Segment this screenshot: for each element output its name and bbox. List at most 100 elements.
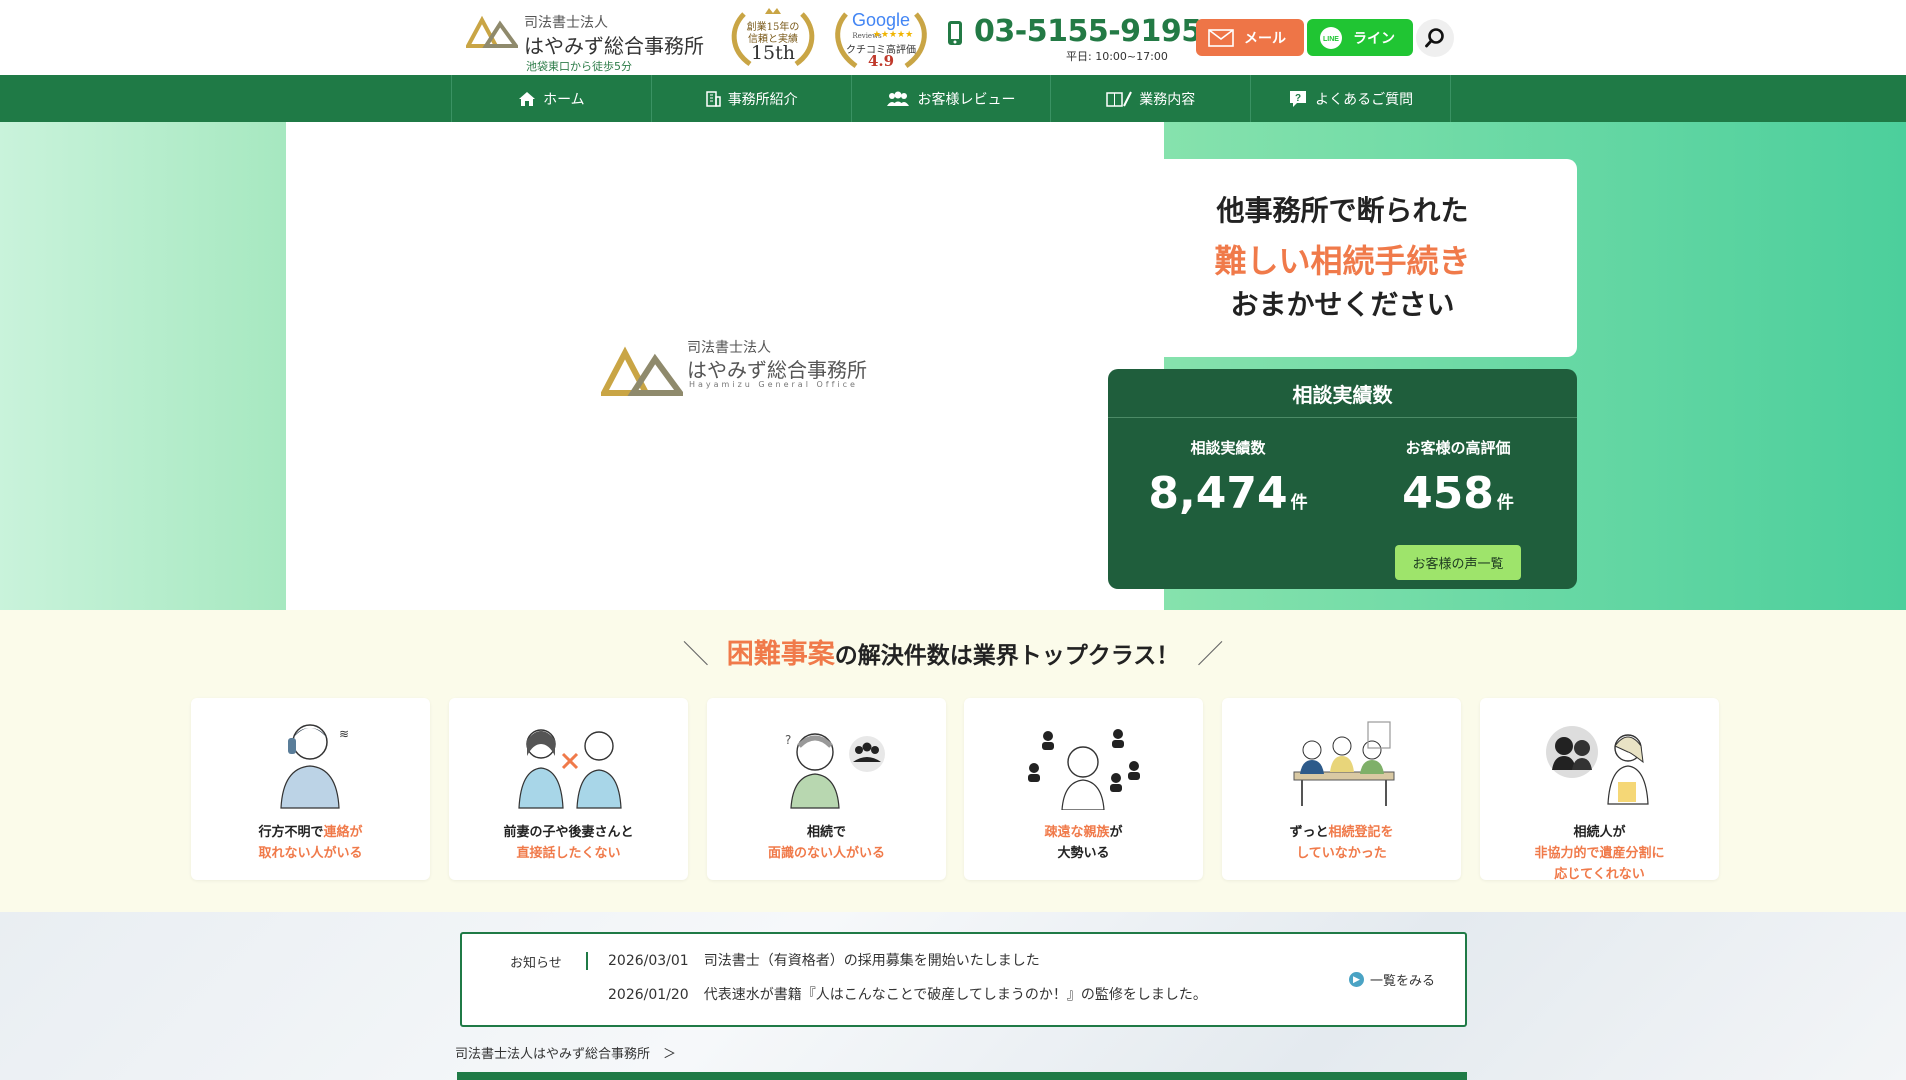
- phone-hours: 平日: 10:00~17:00: [1066, 50, 1168, 63]
- case-text-c: 直接話したくない: [516, 846, 621, 861]
- hero-logo-line3: Hayamizu General Office: [689, 380, 858, 389]
- case-text-a: 疎遠な親族: [1044, 825, 1110, 840]
- site-header: 司法書士法人 はやみず総合事務所 池袋東口から徒歩5分 創業15年の 信頼と実績…: [0, 0, 1906, 75]
- chevron-right-icon: ▶: [1349, 972, 1364, 987]
- star-rating-icon: ★★★★★: [872, 30, 914, 40]
- mail-button[interactable]: メール: [1196, 19, 1304, 56]
- cases-title: ＼ 困難事案の解決件数は業界トップクラス！ ／: [0, 632, 1906, 671]
- nav-item-home[interactable]: ホーム: [452, 75, 652, 122]
- case-card-registration: ずっと相続登記を していなかった: [1222, 698, 1461, 880]
- award-google-badge: Google Reviews ★★★★★ クチコミ高評価 4.9: [832, 6, 930, 70]
- envelope-icon: [1208, 28, 1234, 47]
- stat-number: 458: [1402, 468, 1494, 519]
- elder-with-group-icon: ?: [785, 733, 885, 809]
- news-text[interactable]: 司法書士（有資格者）の採用募集を開始いたしました: [704, 953, 1040, 969]
- phone-number[interactable]: 03-5155-9195: [974, 14, 1202, 49]
- logo-access: 池袋東口から徒歩5分: [526, 60, 632, 73]
- case-card-uncooperative: 相続人が 非協力的で遺産分割に 応じてくれない: [1480, 698, 1719, 882]
- nav-item-services[interactable]: 業務内容: [1051, 75, 1252, 122]
- building-icon: [705, 90, 721, 107]
- case-card-text: 行方不明で連絡が 取れない人がいる: [191, 822, 430, 864]
- google-score: 4.9: [867, 52, 895, 70]
- case-card-relatives: 疎遠な親族が 大勢いる: [964, 698, 1203, 880]
- case-text-a: 相続人が: [1573, 825, 1626, 840]
- case-text-c: 非協力的で遺産分割に: [1534, 846, 1665, 861]
- mail-button-label: メール: [1244, 30, 1286, 47]
- news-date: 2026/03/01: [608, 953, 689, 969]
- stat-label: 相談実績数: [1190, 439, 1266, 457]
- users-icon: [886, 91, 910, 107]
- case-text-b: 相続登記を: [1328, 825, 1394, 840]
- case-text-a: ずっと: [1289, 825, 1329, 840]
- cases-title-highlight: 困難事案: [726, 639, 835, 670]
- search-icon: [1425, 28, 1444, 48]
- news-more-link[interactable]: ▶ 一覧をみる: [1349, 970, 1435, 989]
- case-card-exwife: 前妻の子や後妻さんと 直接話したくない: [449, 698, 688, 880]
- customer-voice-button[interactable]: お客様の声一覧: [1395, 545, 1521, 580]
- hero-copy-line3: おまかせください: [1230, 288, 1455, 321]
- line-button[interactable]: LINE ライン: [1307, 19, 1413, 56]
- news-box: お知らせ 2026/03/01 司法書士（有資格者）の採用募集を開始いたしました …: [460, 932, 1467, 1027]
- case-text-b: 連絡が: [323, 825, 363, 840]
- case-card-strangers: ? 相続で 面識のない人がいる: [707, 698, 946, 880]
- home-icon: [518, 91, 536, 107]
- nav-item-office[interactable]: 事務所紹介: [652, 75, 852, 122]
- hero-logo-mark-icon: [601, 346, 683, 396]
- logo-line1: 司法書士法人: [524, 15, 608, 31]
- stats-title: 相談実績数: [1292, 383, 1393, 407]
- stat-unit: 件: [1496, 493, 1514, 513]
- award-15th-big: 15th: [750, 42, 796, 64]
- logo-line2: はやみず総合事務所: [524, 34, 704, 58]
- nav-item-label: 業務内容: [1139, 91, 1196, 108]
- gossiping-people-icon: [1546, 726, 1649, 805]
- stat-reviews: お客様の高評価 458 件: [1343, 437, 1573, 519]
- hero-logo: 司法書士法人 はやみず総合事務所 Hayamizu General Office: [601, 337, 867, 397]
- hero-logo-line2: はやみず総合事務所: [687, 358, 867, 382]
- news-item[interactable]: 2026/01/20 代表速水が書籍『人はこんなことで破産してしまうのか！』の監修…: [608, 984, 1207, 1004]
- case-text-c: 大勢いる: [1057, 846, 1110, 861]
- svg-text:?: ?: [785, 733, 791, 747]
- stat-label: お客様の高評価: [1405, 439, 1511, 457]
- case-text-c: していなかった: [1296, 846, 1387, 861]
- news-item[interactable]: 2026/03/01 司法書士（有資格者）の採用募集を開始いたしました: [608, 950, 1040, 970]
- stat-value: 8,474 件: [1113, 468, 1343, 519]
- mobile-phone-icon: [948, 21, 962, 45]
- case-card-missing: ≋ 行方不明で連絡が 取れない人がいる: [191, 698, 430, 880]
- slash-deco: ／: [1197, 640, 1224, 670]
- news-section: お知らせ 2026/03/01 司法書士（有資格者）の採用募集を開始いたしました …: [0, 912, 1906, 1080]
- cases-title-rest: の解決件数は業界トップクラス！: [834, 643, 1180, 669]
- stat-unit: 件: [1290, 493, 1308, 513]
- case-card-text: 相続で 面識のない人がいる: [707, 822, 946, 864]
- phone-contact[interactable]: 03-5155-9195 平日: 10:00~17:00: [944, 14, 1202, 64]
- family-at-table-icon: [1293, 721, 1395, 806]
- hero-copy-line2: 難しい相続手続き: [1214, 242, 1471, 280]
- breadcrumb[interactable]: 司法書士法人はやみず総合事務所 ＞: [455, 1043, 676, 1062]
- nav-item-faq[interactable]: ? よくあるご質問: [1251, 75, 1451, 122]
- case-card-text: 疎遠な親族が 大勢いる: [964, 822, 1203, 864]
- hero-copy-box: 他事務所で断られた 難しい相続手続き おまかせください: [1108, 159, 1577, 357]
- section-bar: [457, 1072, 1467, 1080]
- stats-divider: [1108, 417, 1577, 418]
- search-button[interactable]: [1416, 19, 1454, 57]
- hero-section: 司法書士法人 はやみず総合事務所 Hayamizu General Office…: [0, 122, 1906, 610]
- nav-item-label: よくあるご質問: [1315, 91, 1414, 108]
- nav-item-reviews[interactable]: お客様レビュー: [852, 75, 1052, 122]
- news-more-label: 一覧をみる: [1370, 974, 1436, 989]
- stat-value: 458 件: [1343, 468, 1573, 519]
- news-date: 2026/01/20: [608, 987, 689, 1003]
- case-card-text: 相続人が 非協力的で遺産分割に 応じてくれない: [1480, 822, 1719, 885]
- case-text-a: 相続で: [806, 825, 846, 840]
- nav-item-label: ホーム: [543, 91, 585, 108]
- book-pen-icon: [1106, 90, 1133, 108]
- case-text-c: 取れない人がいる: [258, 846, 363, 861]
- line-app-icon: LINE: [1319, 26, 1343, 50]
- nav-item-label: 事務所紹介: [727, 91, 798, 108]
- logo-mark-icon: [466, 15, 518, 48]
- svg-text:≋: ≋: [339, 727, 349, 741]
- case-text-a: 前妻の子や後妻さんと: [503, 825, 634, 840]
- news-text[interactable]: 代表速水が書籍『人はこんなことで破産してしまうのか！』の監修をしました。: [704, 987, 1207, 1003]
- case-card-text: ずっと相続登記を していなかった: [1222, 822, 1461, 864]
- case-text-a: 行方不明で: [258, 825, 324, 840]
- site-logo[interactable]: 司法書士法人 はやみず総合事務所 池袋東口から徒歩5分: [466, 8, 716, 73]
- two-people-conflict-icon: [518, 729, 622, 809]
